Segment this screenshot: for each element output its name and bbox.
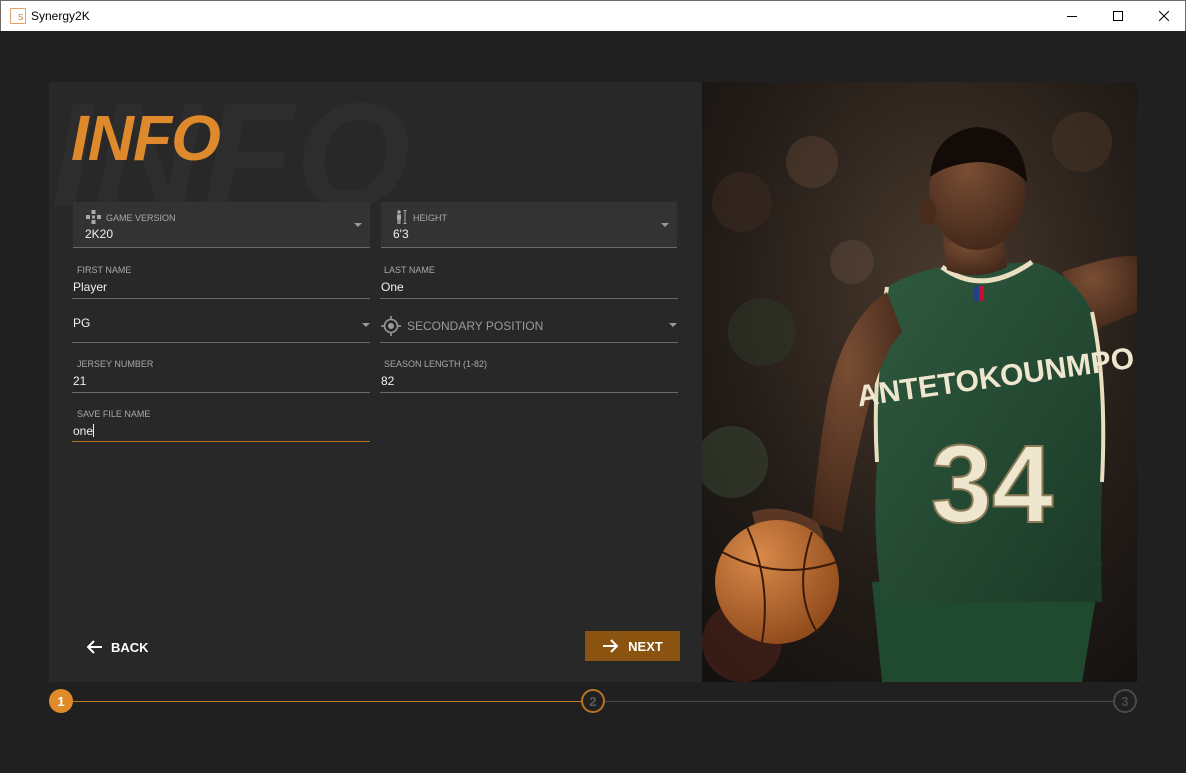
game-version-value: 2K20 <box>85 227 114 241</box>
progress-line-pending <box>605 701 1113 702</box>
season-length-label: SEASON LENGTH (1-82) <box>384 359 488 369</box>
basketball-player-illustration: ANTETOKOUNMPO 34 <box>702 82 1137 682</box>
maximize-button[interactable] <box>1095 1 1141 31</box>
season-length-value: 82 <box>381 374 395 388</box>
step-2-indicator[interactable]: 2 <box>581 689 605 713</box>
window-title: Synergy2K <box>31 9 90 23</box>
secondary-position-select[interactable]: SECONDARY POSITION <box>380 307 678 343</box>
close-button[interactable] <box>1141 1 1186 31</box>
player-photo: ANTETOKOUNMPO 34 <box>702 82 1137 682</box>
step-3-indicator[interactable]: 3 <box>1113 689 1137 713</box>
height-value: 6'3 <box>393 227 409 241</box>
back-button[interactable]: BACK <box>86 633 156 661</box>
info-form-panel: INFO INFO GAME VERSION 2K20 HEIGHT 6'3 F… <box>49 82 702 682</box>
primary-position-select[interactable]: PG <box>72 307 370 343</box>
text-cursor <box>93 424 95 437</box>
chevron-down-icon <box>669 323 677 327</box>
crosshair-icon <box>381 316 401 336</box>
game-version-select[interactable]: GAME VERSION 2K20 <box>73 202 370 248</box>
next-label: NEXT <box>628 638 663 654</box>
last-name-value: One <box>381 280 404 294</box>
maximize-icon <box>1113 11 1123 21</box>
height-select[interactable]: HEIGHT 6'3 <box>381 202 677 248</box>
title-bar: S Synergy2K <box>0 0 1186 31</box>
back-label: BACK <box>111 639 149 655</box>
jersey-number-value: 21 <box>73 374 87 388</box>
progress-line-complete <box>73 701 581 702</box>
next-button[interactable]: NEXT <box>585 631 680 661</box>
chevron-down-icon <box>661 223 669 227</box>
height-label: HEIGHT <box>413 213 448 223</box>
jersey-number-text: 34 <box>931 423 1053 546</box>
gamepad-icon <box>86 210 101 224</box>
page-title: INFO <box>71 102 221 174</box>
last-name-label: LAST NAME <box>384 265 435 275</box>
save-file-name-value-wrapper: one <box>73 424 95 438</box>
step-1-indicator[interactable]: 1 <box>49 689 73 713</box>
arrow-left-icon <box>86 640 102 654</box>
arrow-right-icon <box>603 639 619 653</box>
season-length-field[interactable]: SEASON LENGTH (1-82) 82 <box>380 356 678 393</box>
save-file-name-field[interactable]: SAVE FILE NAME one <box>72 406 370 442</box>
save-file-name-value: one <box>73 424 94 438</box>
game-version-label: GAME VERSION <box>106 213 176 223</box>
chevron-down-icon <box>354 223 362 227</box>
secondary-position-placeholder: SECONDARY POSITION <box>407 319 544 333</box>
jersey-number-label: JERSEY NUMBER <box>77 359 154 369</box>
minimize-button[interactable] <box>1049 1 1095 31</box>
first-name-field[interactable]: FIRST NAME Player <box>72 262 370 299</box>
chevron-down-icon <box>362 323 370 327</box>
first-name-value: Player <box>73 280 108 294</box>
primary-position-value: PG <box>73 316 91 330</box>
person-height-icon <box>397 210 407 224</box>
first-name-label: FIRST NAME <box>77 265 132 275</box>
close-icon <box>1159 11 1169 21</box>
minimize-icon <box>1067 16 1077 17</box>
app-logo-icon: S <box>10 8 26 24</box>
save-file-name-label: SAVE FILE NAME <box>77 409 151 419</box>
jersey-number-field[interactable]: JERSEY NUMBER 21 <box>72 356 370 393</box>
last-name-field[interactable]: LAST NAME One <box>380 262 678 299</box>
